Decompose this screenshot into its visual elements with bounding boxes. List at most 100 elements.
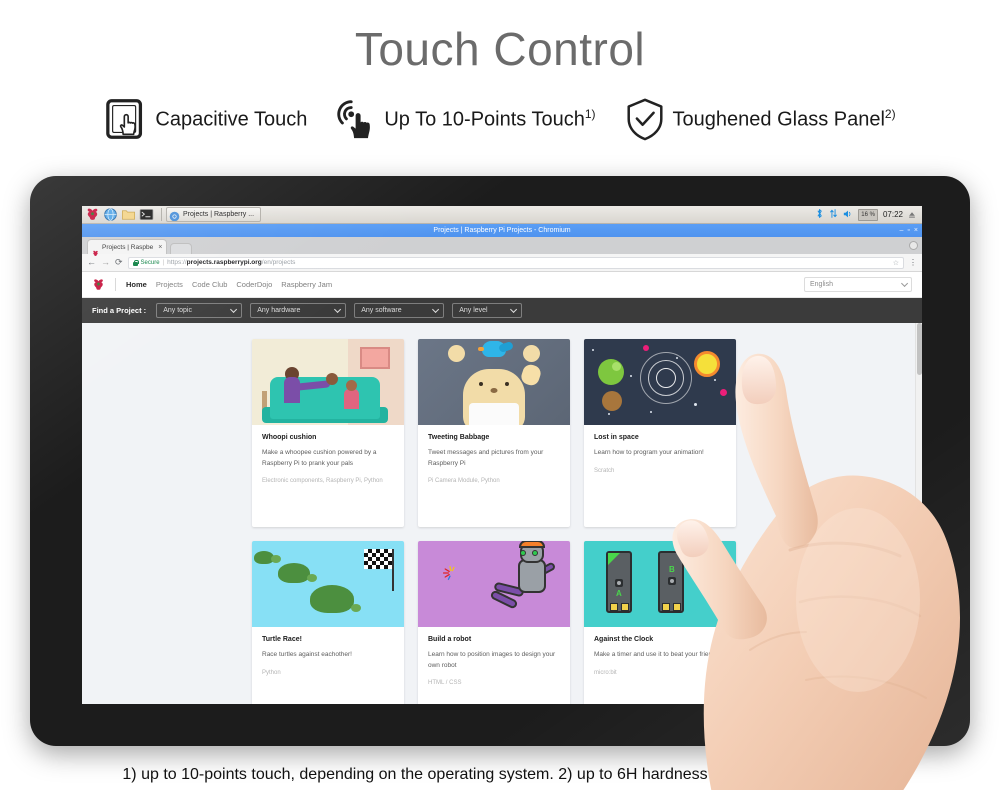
sitenav-item-code-club[interactable]: Code Club [192,280,227,289]
sitenav-item-home[interactable]: Home [126,280,147,289]
project-tags: HTML / CSS [428,680,462,687]
language-select-value: English [810,281,833,288]
scrollbar-thumb[interactable] [917,323,922,375]
cpu-usage-badge: 16 % [858,208,878,221]
chevron-down-icon [334,305,342,313]
sitenav-item-coderdojo[interactable]: CoderDojo [236,280,272,289]
filter-value: Any level [459,307,488,314]
profile-chip[interactable] [909,241,922,250]
project-description: Learn how to program your animation! [594,449,704,456]
project-title: Build a robot [428,636,472,643]
taskbar-clock[interactable]: 07:22 [883,210,903,219]
project-card[interactable]: A B Against the Clock Make a timer and u… [584,541,736,704]
filter-select-topic[interactable]: Any topic [156,303,243,318]
page-title: Touch Control [354,23,646,75]
living-room-illustration [252,339,404,425]
project-card[interactable]: Whoopi cushion Make a whoopee cushion po… [252,339,404,527]
chevron-down-icon [432,305,440,313]
project-card[interactable]: Turtle Race! Race turtles against eachot… [252,541,404,704]
secure-label: Secure [140,259,160,266]
chevron-down-icon [510,305,518,313]
tab-close-icon[interactable]: × [158,244,162,251]
url-text: https://projects.raspberrypi.org/en/proj… [167,259,296,266]
sitenav-item-raspberry-jam[interactable]: Raspberry Jam [281,280,332,289]
tablet-device: Projects | Raspberry ... 16 % 07:22 Proj… [30,176,970,746]
feature-label: Up To 10-Points Touch1) [384,106,596,131]
taskbar-window-label: Projects | Raspberry ... [183,211,255,218]
project-tags: Pi Camera Module, Python [428,478,500,485]
project-card[interactable]: Build a robot Learn how to position imag… [418,541,570,704]
project-description: Make a timer and use it to beat your fri… [594,651,721,658]
project-tags: Scratch [594,467,615,474]
tablet-hand-icon [104,96,150,142]
taskbar-separator [161,208,162,221]
project-description: Race turtles against eachother! [262,651,352,658]
lock-icon [132,259,139,266]
new-tab-button[interactable] [170,243,193,254]
project-title: Against the Clock [594,636,654,643]
desktop-taskbar: Projects | Raspberry ... 16 % 07:22 [82,206,922,224]
address-bar[interactable]: Secure | https://projects.raspberrypi.or… [127,256,904,269]
window-controls: – ▫ × [900,224,918,237]
project-tags: micro:bit [594,669,617,676]
kebab-menu-icon[interactable]: ⋮ [909,258,917,267]
avatar [909,241,918,250]
projects-content: Whoopi cushion Make a whoopee cushion po… [82,323,922,704]
project-description: Tweet messages and pictures from your Ra… [428,449,544,467]
filter-bar-label: Find a Project : [92,306,147,315]
project-card[interactable]: Lost in space Learn how to program your … [584,339,736,527]
page-scrollbar[interactable] [915,323,922,704]
feature-label: Capacitive Touch [155,108,308,131]
footnote-text: 1) up to 10-points touch, depending on t… [122,766,878,783]
globe-browser-icon[interactable] [103,207,118,222]
file-manager-icon[interactable] [121,207,136,222]
back-button[interactable]: ← [87,258,96,267]
feature-superscript: 1) [584,106,596,121]
browser-toolbar: ← → ⟳ Secure | https://projects.raspberr… [82,254,922,272]
browser-window-title: Projects | Raspberry Pi Projects - Chrom… [433,227,571,234]
turtles-racing-illustration [252,541,404,627]
space-planets-illustration [584,339,736,425]
volume-icon[interactable] [843,206,853,224]
sitenav-item-projects[interactable]: Projects [156,280,183,289]
project-tags: Electronic components, Raspberry Pi, Pyt… [262,478,383,485]
forward-button[interactable]: → [101,258,110,267]
project-tags: Python [262,669,281,676]
filter-value: Any topic [163,307,192,314]
browser-tab[interactable]: Projects | Raspbe × [87,239,168,256]
bluetooth-icon[interactable] [815,206,824,224]
project-description: Learn how to position images to design y… [428,651,556,669]
raspberry-pi-logo[interactable] [92,277,105,292]
project-title: Lost in space [594,434,639,441]
feature-multi-touch: Up To 10-Points Touch1) [333,96,596,142]
tablet-screen: Projects | Raspberry ... 16 % 07:22 Proj… [82,206,922,704]
project-title: Whoopi cushion [262,434,317,441]
project-title: Tweeting Babbage [428,434,490,441]
bear-with-bird-illustration [418,339,570,425]
filter-bar: Find a Project : Any topic Any hardware … [82,298,922,323]
taskbar-window-button[interactable]: Projects | Raspberry ... [166,207,262,222]
raspberry-menu-icon[interactable] [85,207,100,222]
site-navbar: Home Projects Code Club CoderDojo Raspbe… [82,272,922,298]
star-icon[interactable]: ☆ [893,259,899,267]
feature-list: Capacitive Touch Up To 10-Points Touch1)… [0,96,1000,142]
filter-select-software[interactable]: Any software [354,303,445,318]
filter-select-level[interactable]: Any level [452,303,523,318]
minimize-button[interactable]: – [900,224,904,237]
terminal-icon[interactable] [139,207,154,222]
chevron-down-icon [901,279,909,287]
browser-tabstrip: Projects | Raspbe × [82,237,922,256]
filter-select-hardware[interactable]: Any hardware [250,303,347,318]
language-select[interactable]: English [804,277,912,292]
maximize-button[interactable]: ▫ [907,224,909,237]
project-card[interactable]: Tweeting Babbage Tweet messages and pict… [418,339,570,527]
chromium-icon [169,209,180,221]
shield-check-icon [622,96,668,142]
network-icon[interactable] [829,206,838,224]
filter-value: Any software [361,307,402,314]
close-button[interactable]: × [914,224,918,237]
filter-value: Any hardware [257,307,301,314]
projects-grid: Whoopi cushion Make a whoopee cushion po… [252,339,752,704]
reload-button[interactable]: ⟳ [115,258,123,267]
eject-icon[interactable] [908,206,916,224]
